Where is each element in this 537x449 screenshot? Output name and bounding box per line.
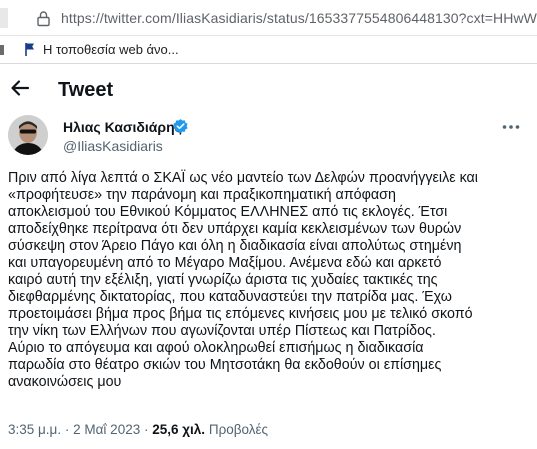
favorite-item-label: Η τοποθεσία web άνο...: [43, 42, 179, 57]
tab-edge: [0, 8, 8, 28]
avatar[interactable]: [8, 115, 48, 155]
tweet-header: Tweet: [0, 64, 537, 114]
meta-separator: ·: [64, 422, 70, 437]
favorite-item[interactable]: Η τοποθεσία web άνο...: [23, 42, 179, 57]
tweet-date[interactable]: 2 Μαΐ 2023: [73, 422, 140, 437]
more-options-icon[interactable]: [500, 116, 522, 138]
lock-icon[interactable]: [35, 10, 52, 27]
favorites-bar: Η τοποθεσία web άνο...: [0, 36, 537, 64]
views-label: Προβολές: [208, 422, 269, 437]
author-name[interactable]: Ηλιας Κασιδιάρης: [63, 119, 182, 135]
flag-icon: [23, 42, 38, 57]
verified-badge-icon: [172, 118, 189, 135]
tweet-text: Πριν από λίγα λεπτά ο ΣΚΑΪ ως νέο μαντεί…: [8, 170, 478, 390]
favorites-bar-edge: [0, 45, 4, 55]
meta-separator-2: ·: [143, 422, 149, 437]
url-field[interactable]: https://twitter.com/IliasKasidiaris/stat…: [61, 10, 537, 26]
tweet-meta: 3:35 μ.μ. · 2 Μαΐ 2023 · 25,6 χιλ. Προβο…: [8, 422, 268, 437]
tweet-time[interactable]: 3:35 μ.μ.: [8, 422, 61, 437]
author-handle[interactable]: @IliasKasidiaris: [63, 138, 163, 154]
back-arrow-icon[interactable]: [8, 76, 32, 100]
page-title: Tweet: [58, 79, 114, 101]
browser-address-bar: https://twitter.com/IliasKasidiaris/stat…: [0, 0, 537, 36]
views-count: 25,6 χιλ.: [152, 422, 206, 437]
